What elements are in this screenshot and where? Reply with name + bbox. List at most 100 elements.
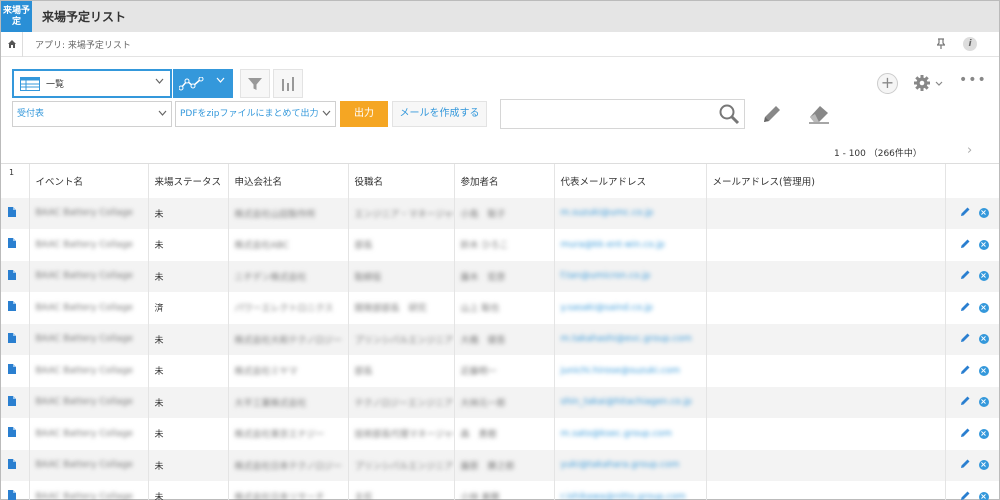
delete-icon[interactable]: × <box>978 334 989 345</box>
edit-pencil-icon[interactable] <box>960 458 971 472</box>
delete-icon[interactable]: × <box>978 302 989 313</box>
document-icon[interactable] <box>8 427 16 438</box>
email-cell[interactable]: r.ishikawa@nitto.group.com <box>553 481 706 500</box>
delete-icon[interactable]: × <box>978 397 989 408</box>
name-cell: 小島 聡子 <box>453 197 554 229</box>
pagination-info: 1 - 100 （266件中） <box>834 149 922 159</box>
edit-pencil-icon[interactable] <box>960 332 971 346</box>
pdf-output-select[interactable]: PDFをzipファイルにまとめて出力 <box>175 101 336 127</box>
email-cell[interactable]: mura@kk-ent-win.co.jp <box>553 229 706 261</box>
status-cell: 済 <box>147 292 228 324</box>
actions-cell: × <box>944 481 999 500</box>
clear-button[interactable] <box>807 103 831 128</box>
email-cell[interactable]: m.takahashi@evc.group.com <box>553 323 706 355</box>
create-mail-button[interactable]: メールを作成する <box>392 101 487 127</box>
actions-cell: × <box>944 197 999 229</box>
email-cell[interactable]: junichi.hirose@suzuki.com <box>553 355 706 387</box>
more-options-button[interactable]: ••• <box>959 72 987 88</box>
event-cell: BAAC Battery Collage <box>28 260 148 292</box>
document-icon[interactable] <box>8 458 16 469</box>
output-button[interactable]: 出力 <box>340 101 388 127</box>
graph-button[interactable] <box>273 69 303 98</box>
status-cell: 未 <box>147 355 228 387</box>
row-detail-cell[interactable] <box>1 229 29 261</box>
edit-pencil-icon[interactable] <box>960 301 971 315</box>
email-cell[interactable]: m.sato@ksec.group.com <box>553 418 706 450</box>
row-detail-cell[interactable]: 1 <box>1 168 29 229</box>
actions-cell: × <box>944 260 999 292</box>
row-detail-cell[interactable] <box>1 292 29 324</box>
document-icon[interactable] <box>8 332 16 343</box>
edit-button[interactable] <box>761 103 783 128</box>
edit-pencil-icon[interactable] <box>960 395 971 409</box>
column-header-title[interactable]: 役職名 <box>347 163 454 198</box>
table-row: BAAC Battery Collage 未株式会社東京エナジー 技術部長代理マネー… <box>1 418 999 450</box>
edit-pencil-icon[interactable] <box>960 427 971 441</box>
app-logo[interactable]: 来場予定 <box>1 1 32 32</box>
name-cell: 山上 聡也 <box>453 292 554 324</box>
event-cell: BAAC Battery Collage <box>28 197 148 229</box>
email-cell[interactable]: f.tan@umicron.co.jp <box>553 260 706 292</box>
column-header-status[interactable]: 来場ステータス <box>147 163 228 198</box>
pin-icon[interactable] <box>936 38 946 52</box>
settings-button[interactable] <box>913 72 945 94</box>
column-header-company[interactable]: 申込会社名 <box>227 163 348 198</box>
title-cell: エンジニア・マネージャー <box>347 197 454 229</box>
document-icon[interactable] <box>8 301 16 312</box>
add-record-button[interactable]: + <box>877 73 898 94</box>
document-icon[interactable] <box>8 490 16 500</box>
next-page-button[interactable]: › <box>967 143 972 158</box>
search-icon[interactable] <box>718 103 740 128</box>
email-admin-cell <box>705 418 945 450</box>
row-detail-cell[interactable] <box>1 355 29 387</box>
email-admin-cell <box>705 323 945 355</box>
column-header-event[interactable]: イベント名 <box>28 163 148 198</box>
graph-view-button[interactable] <box>173 69 233 98</box>
delete-icon[interactable]: × <box>978 365 989 376</box>
edit-pencil-icon[interactable] <box>960 490 971 500</box>
column-header-name[interactable]: 参加者名 <box>453 163 554 198</box>
delete-icon[interactable]: × <box>978 428 989 439</box>
name-cell: 大林元一郎 <box>453 386 554 418</box>
edit-pencil-icon[interactable] <box>960 364 971 378</box>
email-cell[interactable]: m.suzuki@umc.co.jp <box>553 197 706 229</box>
document-icon[interactable] <box>8 238 16 249</box>
home-icon[interactable] <box>1 31 23 57</box>
name-cell: 近藤明一 <box>453 355 554 387</box>
document-icon[interactable] <box>8 269 16 280</box>
report-select[interactable]: 受付表 <box>12 101 172 127</box>
info-icon[interactable]: i <box>963 37 977 51</box>
email-cell[interactable]: yuki@takahara.group.com <box>553 449 706 481</box>
row-detail-cell[interactable] <box>1 323 29 355</box>
search-input[interactable] <box>505 101 705 127</box>
company-cell: 株式会社日本リサーチ <box>227 481 348 500</box>
delete-icon[interactable]: × <box>978 208 989 219</box>
edit-pencil-icon[interactable] <box>960 238 971 252</box>
actions-cell: × <box>944 323 999 355</box>
breadcrumb[interactable]: アプリ: 来場予定リスト <box>35 38 131 51</box>
email-admin-cell <box>705 229 945 261</box>
delete-icon[interactable]: × <box>978 460 989 471</box>
column-header-email-admin[interactable]: メールアドレス(管理用) <box>705 163 945 198</box>
filter-button[interactable] <box>240 69 270 98</box>
edit-pencil-icon[interactable] <box>960 269 971 283</box>
table-row: BAAC Battery Collage 未株式会社ミヤマ 部長 近藤明一 junich… <box>1 355 999 387</box>
email-admin-cell <box>705 260 945 292</box>
document-icon[interactable] <box>8 206 16 217</box>
document-icon[interactable] <box>8 395 16 406</box>
view-selector[interactable]: 一覧 <box>12 69 172 98</box>
column-header-email[interactable]: 代表メールアドレス <box>553 163 706 198</box>
edit-pencil-icon[interactable] <box>960 206 971 220</box>
delete-icon[interactable]: × <box>978 491 989 500</box>
email-cell[interactable]: shin_takai@hitachiagen.co.jp <box>553 386 706 418</box>
row-detail-cell[interactable] <box>1 481 29 500</box>
status-cell: 未 <box>147 260 228 292</box>
delete-icon[interactable]: × <box>978 271 989 282</box>
email-cell[interactable]: y.sasaki@saind.co.jp <box>553 292 706 324</box>
row-detail-cell[interactable] <box>1 418 29 450</box>
row-detail-cell[interactable] <box>1 386 29 418</box>
delete-icon[interactable]: × <box>978 239 989 250</box>
row-detail-cell[interactable] <box>1 260 29 292</box>
row-detail-cell[interactable] <box>1 449 29 481</box>
document-icon[interactable] <box>8 364 16 375</box>
